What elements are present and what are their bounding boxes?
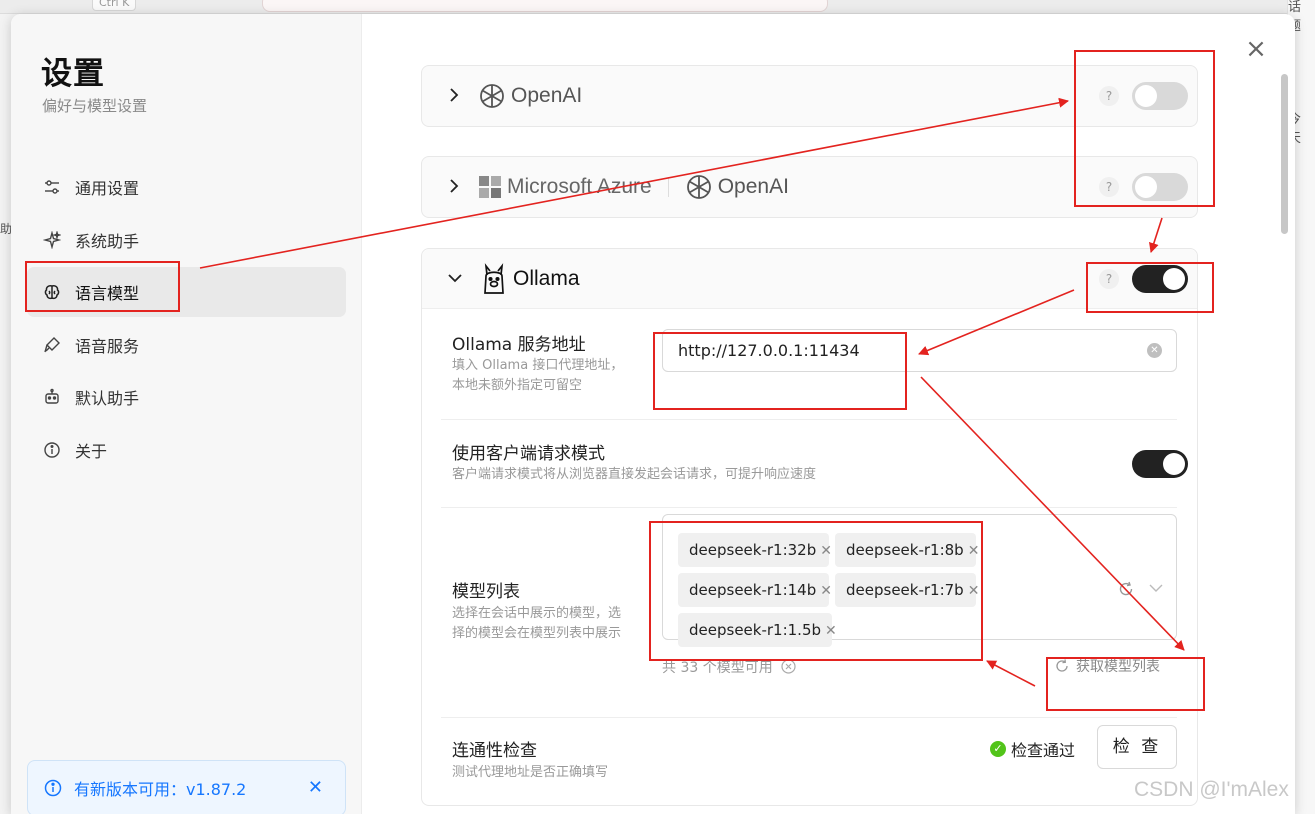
- client-mode-toggle[interactable]: [1132, 450, 1188, 478]
- client-mode-title: 使用客户端请求模式: [452, 444, 605, 464]
- row-divider: [441, 717, 1177, 718]
- clear-input-icon[interactable]: ✕: [1147, 343, 1162, 358]
- annotation-box: [653, 332, 907, 410]
- endpoint-title: Ollama 服务地址: [452, 335, 586, 355]
- openai-logo-icon: [686, 175, 711, 199]
- connectivity-desc: 测试代理地址是否正确填写: [452, 765, 609, 780]
- nav-item-general[interactable]: 通用设置: [27, 162, 346, 212]
- settings-sidebar: 设置 偏好与模型设置 通用设置 系统助手 语言模型 语音服务 默认助手 关于 有…: [11, 14, 362, 814]
- shortcut-hint: Ctrl K: [92, 0, 137, 11]
- content-scrollbar[interactable]: [1281, 74, 1288, 234]
- info-icon: [43, 441, 61, 459]
- logo-divider: [667, 177, 669, 197]
- banner-close-icon[interactable]: ✕: [308, 777, 323, 798]
- background-topbar: Ctrl K: [0, 0, 1315, 14]
- update-banner[interactable]: 有新版本可用：v1.87.2 ✕: [27, 760, 346, 814]
- update-banner-text: 有新版本可用：v1.87.2: [74, 780, 247, 799]
- sliders-icon: [43, 178, 61, 196]
- openai-logo-icon: [480, 84, 504, 108]
- connectivity-status-text: 检查通过: [1011, 741, 1076, 760]
- client-mode-desc: 客户端请求模式将从浏览器直接发起会话请求，可提升响应速度: [452, 467, 817, 482]
- provider-name-openai: OpenAI: [511, 84, 583, 107]
- mic-icon: [43, 336, 61, 354]
- chevron-right-icon[interactable]: [448, 178, 460, 197]
- provider-name-openai: OpenAI: [717, 175, 789, 198]
- clear-circle-icon[interactable]: [781, 659, 796, 674]
- model-count-text: 共 33 个模型可用: [662, 660, 773, 676]
- connectivity-title: 连通性检查: [452, 741, 537, 761]
- nav-item-label: 通用设置: [75, 179, 140, 198]
- chevron-down-icon[interactable]: [448, 269, 462, 288]
- settings-title: 设置: [41, 56, 105, 92]
- model-list-desc-line: 选择在会话中展示的模型，选: [452, 606, 622, 621]
- watermark: CSDN @I'mAlex: [1134, 778, 1289, 801]
- model-list-desc-line: 择的模型会在模型列表中展示: [452, 626, 622, 641]
- close-icon[interactable]: ×: [1245, 36, 1267, 62]
- reload-icon[interactable]: [1118, 581, 1134, 597]
- model-list-desc: 选择在会话中展示的模型，选 择的模型会在模型列表中展示: [452, 604, 621, 644]
- nav-item-voice-service[interactable]: 语音服务: [27, 320, 346, 370]
- annotation-box: [1074, 50, 1215, 207]
- endpoint-desc: 填入 Ollama 接口代理地址， 本地未额外指定可留空: [452, 356, 623, 396]
- provider-logo-ollama: Ollama: [480, 262, 580, 295]
- annotation-box: [1086, 262, 1214, 313]
- nav-item-label: 语音服务: [75, 336, 140, 356]
- bot-icon: [43, 388, 61, 406]
- check-circle-icon: ✓: [990, 741, 1006, 757]
- annotation-box: [25, 261, 180, 312]
- provider-header-ollama[interactable]: Ollama: [422, 249, 1197, 309]
- connectivity-status: ✓ 检查通过: [990, 737, 1075, 761]
- sparkles-icon: [43, 230, 61, 249]
- annotation-box: [649, 521, 983, 661]
- endpoint-desc-line: 填入 Ollama 接口代理地址，: [452, 358, 624, 373]
- chevron-right-icon[interactable]: [448, 87, 460, 106]
- nav-item-label: 关于: [75, 441, 108, 461]
- model-list-title: 模型列表: [452, 582, 520, 602]
- provider-name-microsoft-azure: Microsoft Azure: [507, 175, 652, 198]
- settings-nav: 通用设置 系统助手 语言模型 语音服务 默认助手 关于: [27, 162, 346, 478]
- provider-logo-openai: OpenAI: [478, 82, 582, 110]
- provider-name-ollama: Ollama: [513, 266, 580, 290]
- nav-item-label: 默认助手: [75, 389, 140, 409]
- nav-item-default-assistant[interactable]: 默认助手: [27, 372, 346, 422]
- nav-item-label: 系统助手: [75, 231, 140, 251]
- annotation-box: [1046, 657, 1205, 711]
- check-connectivity-button[interactable]: 检 查: [1097, 725, 1177, 769]
- endpoint-desc-line: 本地未额外指定可留空: [452, 378, 583, 393]
- provider-logo-azure: Microsoft Azure OpenAI: [478, 173, 789, 201]
- background-search-bar: [262, 0, 828, 12]
- row-divider: [441, 419, 1177, 420]
- settings-subtitle: 偏好与模型设置: [42, 97, 148, 115]
- microsoft-logo-icon: [479, 176, 501, 198]
- row-divider: [441, 507, 1177, 508]
- llama-logo-icon: [484, 262, 504, 294]
- info-circle-icon: [44, 779, 62, 797]
- nav-item-system-assistant[interactable]: 系统助手: [27, 215, 346, 265]
- nav-item-about[interactable]: 关于: [27, 425, 346, 475]
- chevron-down-icon[interactable]: [1148, 580, 1164, 596]
